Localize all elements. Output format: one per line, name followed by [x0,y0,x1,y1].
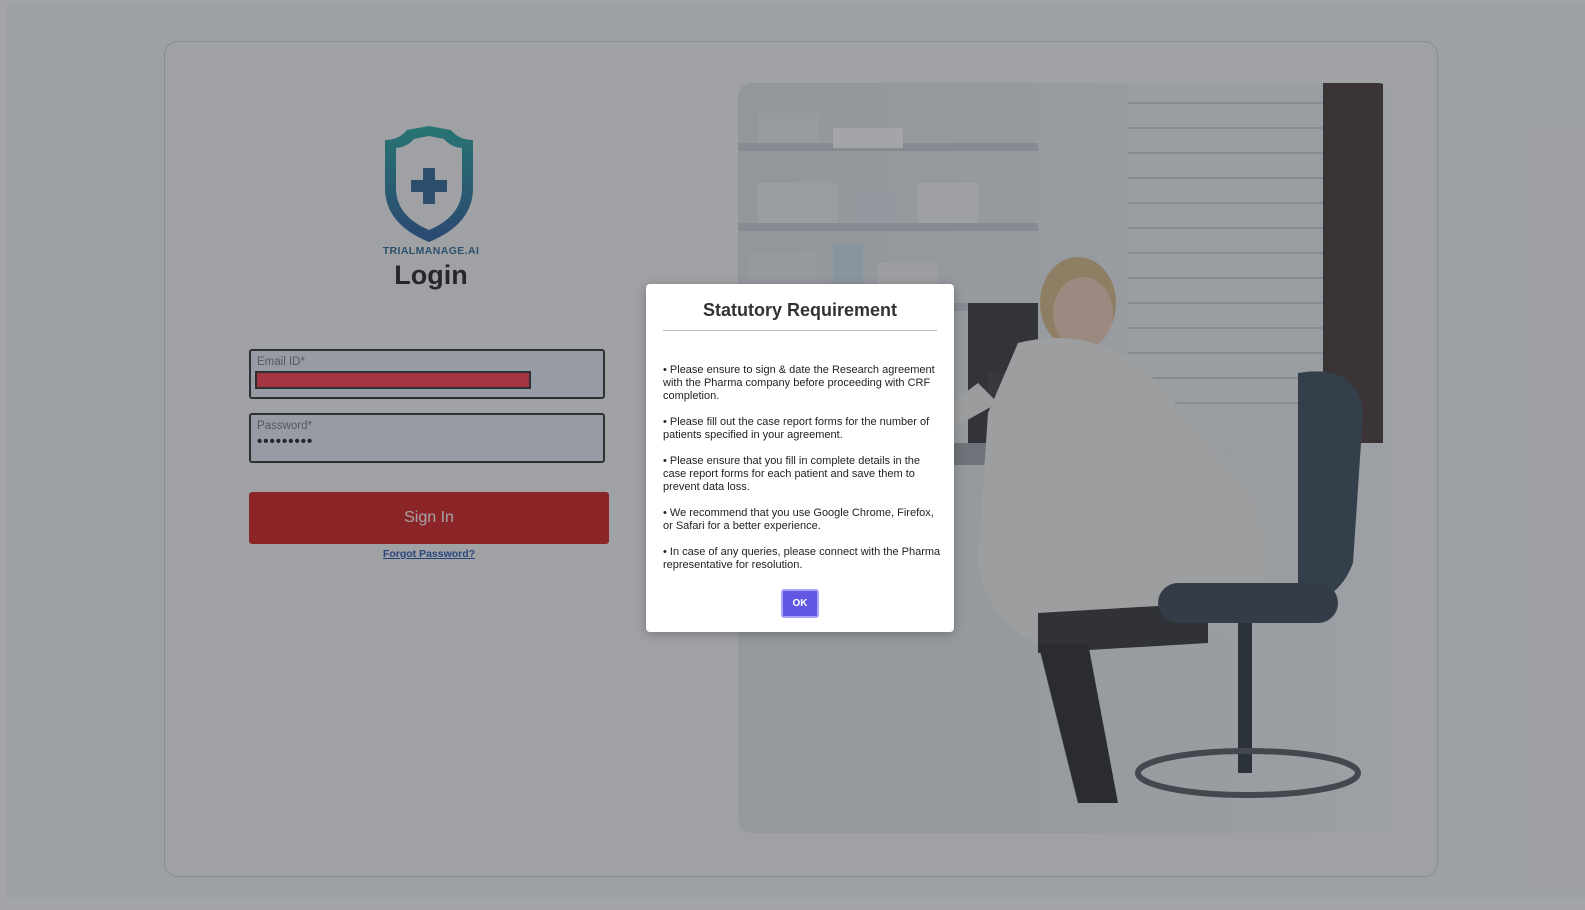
dialog-list: • Please ensure to sign & date the Resea… [663,364,941,585]
statutory-requirement-dialog: Statutory Requirement • Please ensure to… [646,284,954,632]
list-item: • In case of any queries, please connect… [663,546,941,571]
list-item: • Please fill out the case report forms … [663,416,930,441]
dialog-divider [663,330,937,331]
dialog-title: Statutory Requirement [702,300,898,320]
list-item: • We recommend that you use Google Chrom… [663,507,934,532]
list-item: • Please ensure that you fill in complet… [663,455,920,493]
ok-button[interactable]: OK [781,589,819,618]
list-item: • Please ensure to sign & date the Resea… [663,364,935,402]
